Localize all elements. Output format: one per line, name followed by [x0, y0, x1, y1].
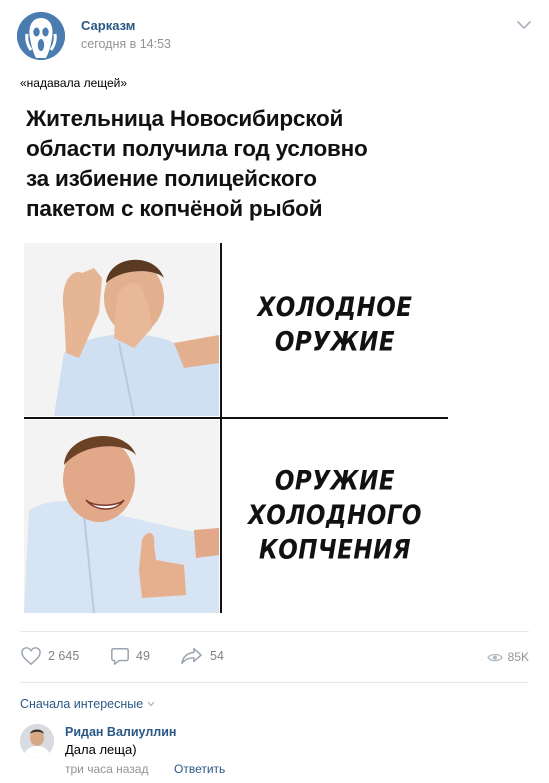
like-count: 2 645	[48, 649, 80, 663]
meme-text-line: ХОЛОДНОЕ	[257, 292, 413, 323]
man-refusing-photo	[24, 243, 219, 416]
meme-text-line: ОРУЖИЕ	[274, 327, 396, 358]
eye-icon	[486, 653, 503, 661]
divider	[20, 631, 529, 632]
meme-bottom-text: ОРУЖИЕ ХОЛОДНОГО КОПЧЕНИЯ	[228, 464, 442, 568]
commenter-name[interactable]: Ридан Валиуллин	[65, 725, 176, 739]
reply-button[interactable]: Ответить	[174, 762, 225, 776]
meme-text-line: КОПЧЕНИЯ	[258, 535, 412, 566]
meme-horizontal-divider	[24, 417, 448, 419]
commenter-avatar[interactable]	[20, 724, 54, 758]
post-caption: «надавала лещей»	[20, 76, 128, 90]
community-avatar[interactable]	[17, 12, 65, 60]
comment-button[interactable]: 49	[110, 646, 150, 666]
chevron-down-icon	[147, 701, 155, 707]
man-approving-photo	[24, 420, 219, 613]
user-photo-icon	[20, 724, 54, 758]
meme-image[interactable]: ХОЛОДНОЕ ОРУЖИЕ ОРУЖИЕ ХОЛОДНОГО КОПЧЕНИ…	[24, 243, 448, 613]
comment-icon	[111, 648, 129, 665]
author-name[interactable]: Сарказм	[81, 18, 135, 33]
scream-face-icon	[17, 12, 65, 60]
headline-line: Жительница Новосибирской	[26, 106, 344, 131]
share-count: 54	[210, 649, 224, 663]
comment-text: Дала леща)	[65, 742, 137, 757]
post-headline: Жительница Новосибирской области получил…	[26, 104, 466, 224]
post-time[interactable]: сегодня в 14:53	[81, 37, 171, 51]
post-header: Сарказм сегодня в 14:53	[0, 0, 549, 64]
share-button[interactable]: 54	[180, 646, 224, 666]
chevron-down-icon[interactable]	[517, 20, 531, 30]
comment-count: 49	[136, 649, 150, 663]
heart-icon	[21, 647, 41, 666]
comment-time[interactable]: три часа назад	[65, 762, 148, 776]
headline-line: пакетом с копчёной рыбой	[26, 196, 323, 221]
meme-top-text: ХОЛОДНОЕ ОРУЖИЕ	[228, 291, 442, 360]
comments-sort-dropdown[interactable]: Сначала интересные	[20, 697, 155, 711]
meme-vertical-divider	[220, 243, 222, 613]
views-counter: 85K	[486, 650, 529, 664]
meme-text-line: ХОЛОДНОГО	[248, 501, 422, 531]
meme-text-line: ОРУЖИЕ	[274, 466, 396, 497]
views-count: 85K	[507, 650, 529, 664]
like-button[interactable]: 2 645	[20, 646, 79, 666]
post-actions: 2 645 49 54 85K	[0, 640, 549, 674]
headline-line: области получила год условно	[26, 136, 368, 161]
headline-line: за избиение полицейского	[26, 166, 317, 191]
divider	[20, 682, 529, 683]
share-arrow-icon	[181, 648, 202, 664]
sort-label: Сначала интересные	[20, 697, 144, 711]
